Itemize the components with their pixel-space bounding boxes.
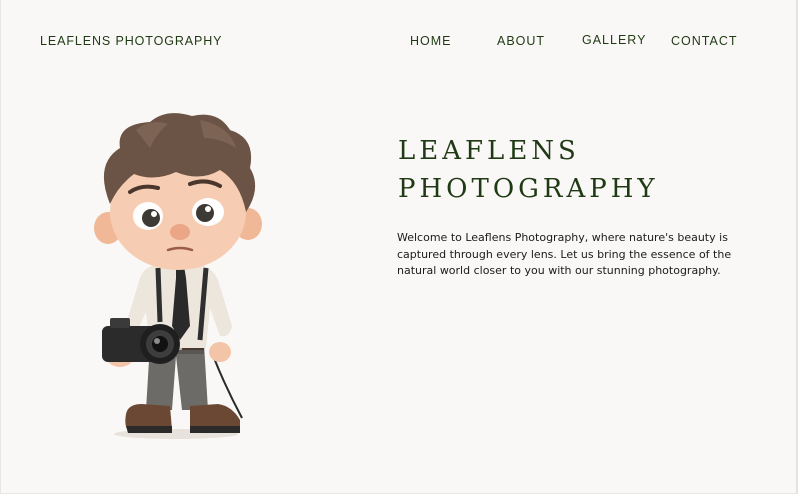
hero-title-line-2: PHOTOGRAPHY (398, 174, 659, 204)
nav-gallery-link[interactable]: GALLERY (582, 33, 646, 47)
hero-title: LEAFLENS PHOTOGRAPHY (398, 132, 659, 208)
nav-home-link[interactable]: HOME (410, 34, 452, 48)
brand-logo-link[interactable]: LEAFLENS PHOTOGRAPHY (40, 34, 222, 48)
nav-about-link[interactable]: ABOUT (497, 34, 545, 48)
photographer-illustration (94, 113, 262, 439)
hero-description: Welcome to Leaflens Photography, where n… (397, 231, 732, 277)
nav-contact-link[interactable]: CONTACT (671, 34, 738, 48)
hero-title-line-1: LEAFLENS (398, 136, 580, 166)
page-border-left (0, 0, 1, 494)
